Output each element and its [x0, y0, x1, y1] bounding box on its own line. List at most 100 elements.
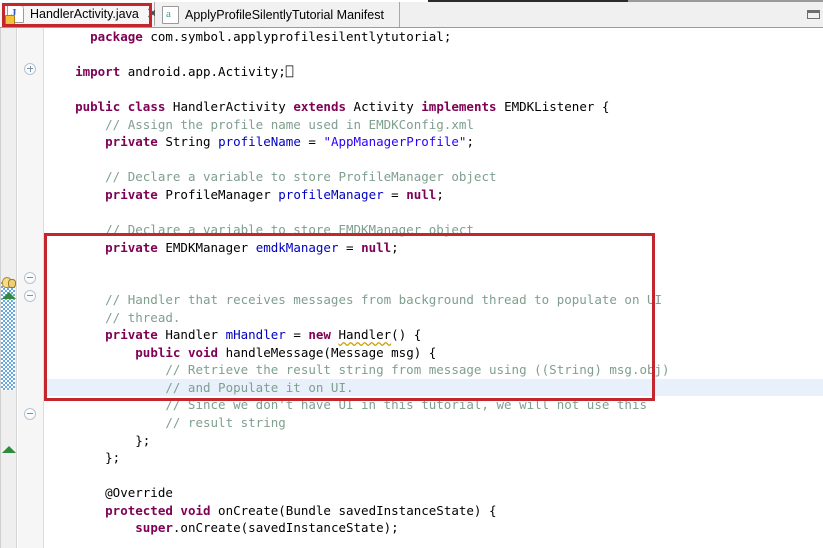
code-token: void [188, 345, 218, 360]
code-token: EMDKListener { [497, 99, 610, 114]
green-up-arrow-icon[interactable] [2, 292, 16, 299]
code-line[interactable]: // result string [45, 414, 823, 432]
code-line[interactable]: // thread. [45, 309, 823, 327]
code-line[interactable]: // Declare a variable to store ProfileMa… [45, 168, 823, 186]
code-token: ; [391, 240, 399, 255]
code-token: private [105, 327, 158, 342]
restore-icon[interactable] [807, 10, 820, 19]
code-line[interactable]: // Declare a variable to store EMDKManag… [45, 221, 823, 239]
code-line[interactable]: protected void onCreate(Bundle savedInst… [45, 502, 823, 520]
code-token [60, 29, 90, 44]
code-line[interactable] [45, 151, 823, 169]
code-token: profileManager [278, 187, 383, 202]
code-token: ProfileManager [158, 187, 278, 202]
code-token [60, 397, 165, 412]
code-token [60, 345, 135, 360]
editor-left-edge [0, 28, 1, 548]
code-token: @Override [105, 485, 173, 500]
code-text-area[interactable]: package com.symbol.applyprofilesilentlyt… [45, 28, 823, 548]
code-token: mHandler [226, 327, 286, 342]
fold-import-widget[interactable] [24, 63, 36, 75]
code-token: class [128, 99, 166, 114]
code-token: = [286, 327, 309, 342]
code-token: void [180, 503, 210, 518]
code-token [120, 99, 128, 114]
code-token: extends [293, 99, 346, 114]
code-token: profileName [218, 134, 301, 149]
code-line[interactable] [45, 256, 823, 274]
code-line[interactable]: @Override [45, 484, 823, 502]
code-token: android.app.Activity; [120, 64, 286, 79]
code-line[interactable] [45, 467, 823, 485]
code-line[interactable]: private EMDKManager emdkManager = null; [45, 239, 823, 257]
code-token: // Assign the profile name used in EMDKC… [105, 117, 474, 132]
code-token: // Declare a variable to store EMDKManag… [105, 222, 474, 237]
code-token [60, 99, 75, 114]
code-token: () { [391, 327, 421, 342]
java-file-icon [7, 5, 24, 23]
code-token [60, 222, 105, 237]
code-token: EMDKManager [158, 240, 256, 255]
code-token: }; [60, 450, 120, 465]
code-line[interactable] [45, 81, 823, 99]
code-token: = [384, 187, 407, 202]
fold-handler-widget[interactable] [24, 272, 36, 284]
code-token: onCreate(Bundle savedInstanceState) { [211, 503, 497, 518]
fold-oncreate-widget[interactable] [24, 408, 36, 420]
code-token: // Since we don't have UI in this tutori… [165, 397, 647, 412]
warning-glyph [8, 279, 16, 288]
code-token: String [158, 134, 218, 149]
editor-tab-bar: HandlerActivity.java ApplyProfileSilentl… [0, 2, 823, 28]
tab-apply-profile-silently-tutorial-manifest[interactable]: ApplyProfileSilentlyTutorial Manifest [155, 2, 400, 27]
code-line[interactable]: super.onCreate(savedInstanceState); [45, 519, 823, 537]
code-line[interactable]: }; [45, 432, 823, 450]
code-token: private [105, 240, 158, 255]
fold-anonymous-class-widget[interactable] [24, 290, 36, 302]
code-line[interactable] [45, 46, 823, 64]
code-line[interactable]: private ProfileManager profileManager = … [45, 186, 823, 204]
code-token [60, 380, 165, 395]
code-line[interactable]: }; [45, 449, 823, 467]
xml-file-icon [162, 6, 179, 24]
code-token: }; [60, 433, 150, 448]
marker-ruler[interactable] [0, 28, 17, 548]
code-line[interactable] [45, 537, 823, 548]
tab-label: HandlerActivity.java [30, 7, 139, 21]
code-token: Handler [158, 327, 226, 342]
code-lines: package com.symbol.applyprofilesilentlyt… [45, 28, 823, 548]
code-token: "AppManagerProfile" [323, 134, 466, 149]
code-line[interactable]: import android.app.Activity;⎕ [45, 63, 823, 81]
green-up-arrow-icon[interactable] [2, 446, 16, 453]
code-line[interactable]: private Handler mHandler = new Handler()… [45, 326, 823, 344]
code-token: super [135, 520, 173, 535]
code-line[interactable]: // Since we don't have UI in this tutori… [45, 396, 823, 414]
code-line[interactable]: public class HandlerActivity extends Act… [45, 98, 823, 116]
code-line[interactable]: // Assign the profile name used in EMDKC… [45, 116, 823, 134]
code-token [60, 362, 165, 377]
code-token: ; [436, 187, 444, 202]
code-token: import [75, 64, 120, 79]
code-line[interactable]: // Retrieve the result string from messa… [45, 361, 823, 379]
code-token [60, 415, 165, 430]
code-line[interactable]: // and Populate it on UI. [45, 379, 823, 397]
lightbulb-warning-icon[interactable] [2, 276, 15, 288]
code-token: = [301, 134, 324, 149]
code-line[interactable]: public void handleMessage(Message msg) { [45, 344, 823, 362]
code-token [60, 169, 105, 184]
code-line[interactable]: package com.symbol.applyprofilesilentlyt… [45, 28, 823, 46]
code-token: null [361, 240, 391, 255]
code-token [60, 187, 105, 202]
code-token: implements [421, 99, 496, 114]
code-token: public [135, 345, 180, 360]
code-token [60, 310, 105, 325]
code-token: handleMessage(Message msg) { [218, 345, 436, 360]
code-folding-column [18, 28, 44, 548]
code-line[interactable]: // Handler that receives messages from b… [45, 291, 823, 309]
tab-handler-activity-java[interactable]: HandlerActivity.java [0, 2, 155, 27]
code-line[interactable] [45, 203, 823, 221]
code-token: ; [466, 134, 474, 149]
code-token [60, 64, 75, 79]
code-line[interactable] [45, 274, 823, 292]
code-token [60, 520, 135, 535]
code-line[interactable]: private String profileName = "AppManager… [45, 133, 823, 151]
